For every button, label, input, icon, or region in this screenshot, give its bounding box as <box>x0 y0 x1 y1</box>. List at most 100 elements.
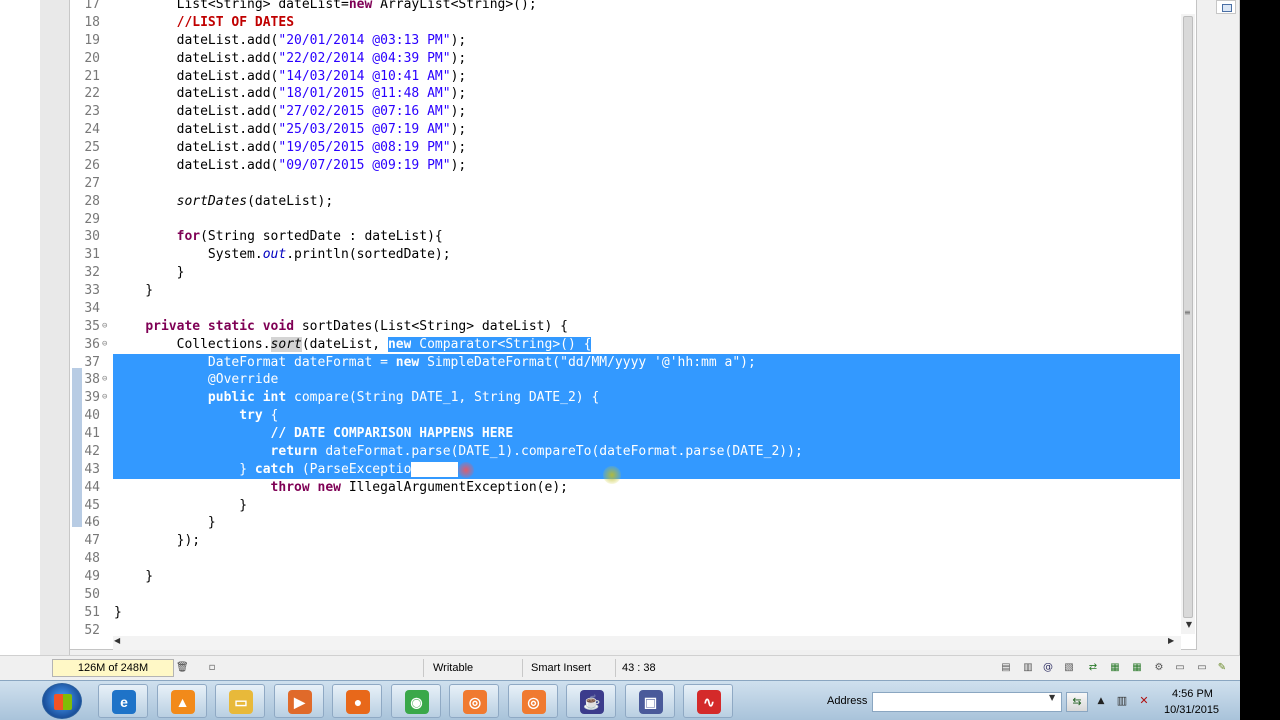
code-line[interactable]: 33 } <box>70 282 1180 300</box>
code-token: DateFormat dateFormat = <box>114 354 396 370</box>
code-line[interactable]: 44 throw new IllegalArgumentException(e)… <box>70 479 1180 497</box>
sync-icon[interactable]: ⇄ <box>1087 662 1099 674</box>
minimize-icon[interactable]: ▭ <box>1196 662 1208 674</box>
network-icon[interactable]: ▥ <box>1115 694 1129 708</box>
code-line[interactable]: 48 <box>70 550 1180 568</box>
fold-collapse-icon[interactable]: ⊖ <box>102 336 111 354</box>
clock-date[interactable]: 10/31/2015 <box>1164 704 1219 716</box>
code-token: dateList.add( <box>114 50 279 66</box>
code-token: .println(sortedDate); <box>286 247 451 263</box>
taskbar-camera1-button[interactable]: ◎ <box>449 684 499 718</box>
code-token: ); <box>450 68 467 84</box>
code-line[interactable]: 41 // DATE COMPARISON HAPPENS HERE <box>70 425 1180 443</box>
code-line[interactable]: 28 sortDates(dateList); <box>70 193 1180 211</box>
code-editor[interactable]: 17 List<String> dateList=new ArrayList<S… <box>70 0 1197 650</box>
code-line[interactable]: 29 <box>70 211 1180 229</box>
taskbar-save-app-button[interactable]: ▣ <box>624 684 675 718</box>
volume-muted-icon[interactable]: ✕ <box>1137 694 1151 708</box>
line-number: 38 <box>84 372 100 388</box>
start-button[interactable] <box>42 683 82 719</box>
code-token: return <box>270 443 318 459</box>
horizontal-scrollbar[interactable] <box>113 636 1181 650</box>
code-line[interactable]: 17 List<String> dateList=new ArrayList<S… <box>70 0 1180 14</box>
code-line[interactable]: 31 System.out.println(sortedDate); <box>70 246 1180 264</box>
taskbar-java-ee-ide-button[interactable]: ☕ <box>566 684 616 718</box>
fold-collapse-icon[interactable]: ⊖ <box>102 318 111 336</box>
at-icon[interactable]: @ <box>1042 662 1054 674</box>
new-icon[interactable]: ▫ <box>206 662 218 674</box>
code-line[interactable]: 22 dateList.add("18/01/2015 @11:48 AM"); <box>70 85 1180 103</box>
scroll-down-icon[interactable]: ▼ <box>1183 620 1195 634</box>
line-text: dateList.add("14/03/2014 @10:41 AM"); <box>114 68 467 86</box>
address-input[interactable] <box>872 692 1062 712</box>
code-lines[interactable]: 17 List<String> dateList=new ArrayList<S… <box>70 0 1180 640</box>
perspective-icon[interactable]: ▤ <box>1000 662 1012 674</box>
line-text: Collections.sort(dateList, new Comparato… <box>114 336 592 354</box>
code-line[interactable]: 46 } <box>70 514 1180 532</box>
grid-icon[interactable]: ▦ <box>1131 662 1143 674</box>
taskbar-vlc-button[interactable]: ▲ <box>156 684 207 718</box>
writable-status: Writable <box>433 662 474 674</box>
taskbar-ie-button[interactable]: e <box>98 684 148 718</box>
line-text: for(String sortedDate : dateList){ <box>114 228 443 246</box>
taskbar-explorer-button[interactable]: ▭ <box>215 684 265 718</box>
views-icon[interactable]: ▥ <box>1022 662 1034 674</box>
code-token: n e) { <box>411 461 459 477</box>
code-line[interactable]: 45 } <box>70 497 1180 515</box>
code-line[interactable]: 30 for(String sortedDate : dateList){ <box>70 228 1180 246</box>
tray-expand-icon[interactable]: ▲ <box>1094 694 1108 708</box>
code-line[interactable]: 27 <box>70 175 1180 193</box>
code-line[interactable]: 36 ⊖ Collections.sort(dateList, new Compa… <box>70 336 1180 354</box>
pen-icon[interactable]: ✎ <box>1216 662 1228 674</box>
taskbar-media-button[interactable]: ▶ <box>273 684 324 718</box>
trash-icon[interactable]: 🗑 <box>176 662 189 674</box>
code-line[interactable]: 43 } catch (ParseException e) { <box>70 460 1180 479</box>
code-line[interactable]: 50 <box>70 586 1180 604</box>
taskbar-firefox-button[interactable]: ● <box>332 684 382 718</box>
taskbar-red-app-button[interactable]: ∿ <box>683 684 733 718</box>
chevron-down-icon[interactable]: ▼ <box>1049 693 1055 702</box>
clock-time[interactable]: 4:56 PM <box>1172 688 1213 700</box>
code-line[interactable]: 35 ⊖ private static void sortDates(List<S… <box>70 318 1180 336</box>
code-line[interactable]: 39 ⊖ public int compare(String DATE_1, St… <box>70 389 1180 408</box>
table-icon[interactable]: ▦ <box>1109 662 1121 674</box>
code-line[interactable]: 38 ⊖ @Override <box>70 371 1180 390</box>
scroll-right-icon[interactable]: ▶ <box>1168 636 1174 645</box>
settings-icon[interactable]: ⚙ <box>1153 662 1165 674</box>
code-line[interactable]: 40 try { <box>70 407 1180 425</box>
taskbar-camera2-button[interactable]: ◎ <box>507 684 558 718</box>
code-line[interactable]: 49 } <box>70 568 1180 586</box>
restore-view-icon[interactable] <box>1216 0 1236 14</box>
code-line[interactable]: 37 DateFormat dateFormat = new SimpleDat… <box>70 353 1180 372</box>
code-token: ); <box>450 140 467 155</box>
code-line[interactable]: 21 dateList.add("14/03/2014 @10:41 AM"); <box>70 68 1180 86</box>
scroll-left-icon[interactable]: ◀ <box>114 636 120 645</box>
go-arrow-icon[interactable]: ⇆ <box>1066 692 1088 712</box>
code-line[interactable]: 19 dateList.add("20/01/2014 @03:13 PM"); <box>70 32 1180 50</box>
code-line[interactable]: 34 <box>70 300 1180 318</box>
fold-collapse-icon[interactable]: ⊖ <box>102 389 111 407</box>
heap-status[interactable]: 126M of 248M <box>52 659 174 677</box>
code-line[interactable]: 42 return dateFormat.parse(DATE_1).compa… <box>70 442 1180 461</box>
code-line[interactable]: 18 //LIST OF DATES <box>70 14 1180 32</box>
code-line[interactable]: 25 dateList.add("19/05/2015 @08:19 PM"); <box>70 139 1180 157</box>
code-line[interactable]: 24 dateList.add("25/03/2015 @07:19 AM"); <box>70 121 1180 139</box>
line-text: //LIST OF DATES <box>114 14 294 32</box>
code-line[interactable]: 51} <box>70 604 1180 622</box>
code-line[interactable]: 32 } <box>70 264 1180 282</box>
window-icon[interactable]: ▭ <box>1174 662 1186 674</box>
taskbar-chrome-button[interactable]: ◉ <box>390 684 441 718</box>
line-text: // DATE COMPARISON HAPPENS HERE <box>114 425 514 443</box>
mouse-pointer-highlight <box>603 466 621 484</box>
code-token: }); <box>114 533 201 549</box>
fold-collapse-icon[interactable]: ⊖ <box>102 371 111 389</box>
javadoc-icon[interactable]: ▧ <box>1063 662 1075 674</box>
code-line[interactable]: 26 dateList.add("09/07/2015 @09:19 PM"); <box>70 157 1180 175</box>
code-line[interactable]: 47 }); <box>70 532 1180 550</box>
code-line[interactable]: 20 dateList.add("22/02/2014 @04:39 PM"); <box>70 50 1180 68</box>
code-line[interactable]: 23 dateList.add("27/02/2015 @07:16 AM"); <box>70 103 1180 121</box>
code-token: "dd/MM/yyyy '@'hh:mm a" <box>560 354 741 370</box>
code-token: // DATE COMPARISON HAPPENS HERE <box>270 426 514 441</box>
